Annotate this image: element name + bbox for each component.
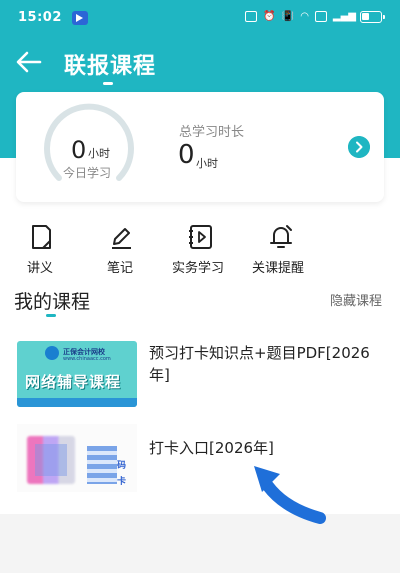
thumb-char-card: 卡 [117, 477, 127, 487]
quick-action-practice[interactable]: 实务学习 [172, 222, 232, 278]
section-underline [46, 314, 56, 317]
quick-action-label: 关课提醒 [252, 261, 305, 276]
thumb-url: www.chinaacc.com [63, 356, 111, 362]
signal-icon: ▂▄▆ [332, 11, 356, 22]
hd-icon [314, 11, 327, 22]
battery-icon [360, 11, 385, 23]
status-bar: 15:02 ⏰ 📳 ◠ ▂▄▆ [0, 0, 400, 34]
app-notification-icon [72, 11, 88, 25]
nfc-icon [245, 11, 258, 22]
today-study-value: 0 [71, 136, 87, 164]
status-time: 15:02 [18, 10, 62, 25]
alarm-icon: ⏰ [263, 11, 276, 22]
pointer-arrow-icon [254, 466, 326, 524]
title-underline [103, 82, 113, 85]
today-study-unit: 小时 [88, 147, 110, 160]
document-icon [32, 225, 51, 249]
quick-action-label: 笔记 [107, 261, 134, 276]
pencil-icon [112, 228, 131, 249]
school-logo-icon [45, 346, 59, 360]
thumb-banner-text: 网络辅导课程 [25, 373, 122, 391]
course-title[interactable]: 预习打卡知识点+题目PDF[2026年] [149, 342, 384, 386]
vibrate-icon: 📳 [281, 11, 295, 22]
study-stats-card: 0 小时 今日学习 总学习时长 0 小时 [16, 92, 384, 202]
quick-action-label: 讲义 [27, 261, 54, 276]
chevron-right-icon[interactable] [348, 136, 370, 158]
thumb-bottom-bar [17, 398, 137, 407]
wifi-icon: ◠ [300, 11, 309, 22]
today-study-label: 今日学习 [63, 166, 112, 180]
bell-icon [270, 225, 292, 248]
course-thumbnail[interactable]: 码 卡 [17, 424, 137, 492]
total-study-label: 总学习时长 [179, 125, 245, 140]
thumb-char-code: 码 [117, 461, 127, 471]
quick-action-handout[interactable]: 讲义 [24, 222, 60, 278]
qr-code-overlay [35, 444, 67, 476]
card-image [87, 446, 117, 484]
page-title: 联报课程 [64, 54, 157, 79]
status-icons: ⏰ 📳 ◠ ▂▄▆ [245, 11, 356, 22]
quick-action-notes[interactable]: 笔记 [104, 222, 140, 278]
course-thumbnail[interactable]: 正保会计网校 www.chinaacc.com 网络辅导课程 [17, 341, 137, 407]
quick-action-label: 实务学习 [172, 261, 225, 276]
hide-courses-button[interactable]: 隐藏课程 [330, 290, 382, 309]
total-study-unit: 小时 [196, 157, 218, 170]
total-study-value: 0 [178, 140, 195, 170]
back-arrow-icon[interactable] [14, 48, 44, 76]
quick-action-reminder[interactable]: 关课提醒 [252, 222, 312, 278]
course-title[interactable]: 打卡入口[2026年] [149, 437, 274, 458]
my-courses-title: 我的课程 [14, 291, 91, 313]
play-icon [189, 225, 212, 249]
